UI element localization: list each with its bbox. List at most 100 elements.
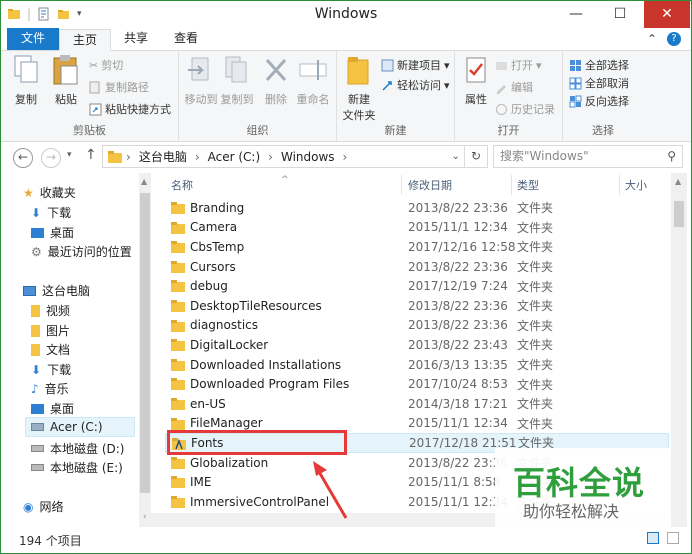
table-row[interactable]: CbsTemp 2017/12/16 12:58 文件夹 — [165, 237, 669, 257]
nav-fav-desktop[interactable]: 桌面 — [31, 224, 74, 241]
nav-drive-c[interactable]: Acer (C:) — [25, 417, 135, 437]
table-row[interactable]: Camera 2015/11/1 12:34 文件夹 — [165, 218, 669, 238]
breadcrumb-drive[interactable]: Acer (C:) — [204, 150, 265, 164]
easy-access-button[interactable]: 轻松访问 ▾ — [381, 77, 450, 93]
file-name: DesktopTileResources — [190, 298, 322, 313]
nav-videos[interactable]: 视频 — [31, 302, 70, 319]
nav-network[interactable]: ◉ 网络 — [23, 498, 64, 515]
invert-selection-button[interactable]: 反向选择 — [569, 93, 629, 109]
table-row[interactable]: DigitalLocker 2013/8/22 23:43 文件夹 — [165, 335, 669, 355]
column-name[interactable]: 名称 — [171, 173, 193, 197]
file-list-scrollbar[interactable]: ▲ — [671, 173, 687, 527]
details-view-icon[interactable] — [647, 532, 659, 544]
nav-drive-d[interactable]: 本地磁盘 (D:) — [31, 440, 124, 457]
nav-this-pc[interactable]: 这台电脑 — [23, 282, 90, 299]
invert-selection-icon — [569, 95, 582, 107]
close-button[interactable]: ✕ — [644, 1, 690, 28]
folder-icon — [171, 476, 185, 489]
file-name: CbsTemp — [190, 239, 245, 254]
drive-icon — [31, 464, 44, 471]
edit-button[interactable]: 编辑 — [495, 79, 533, 95]
nav-pictures[interactable]: 图片 — [31, 322, 70, 339]
file-date: 2015/11/1 12:34 — [408, 494, 508, 509]
select-all-button[interactable]: 全部选择 — [569, 57, 629, 73]
nav-music[interactable]: ♪ 音乐 — [31, 380, 69, 397]
select-none-button[interactable]: 全部取消 — [569, 75, 629, 91]
back-button[interactable]: ← — [13, 148, 33, 168]
tab-share[interactable]: 共享 — [111, 28, 161, 50]
nav-desktop[interactable]: 桌面 — [31, 400, 74, 417]
large-icons-view-icon[interactable] — [667, 532, 679, 544]
move-to-button[interactable]: 移动到 — [183, 54, 219, 107]
column-type[interactable]: 类型 — [517, 173, 539, 197]
table-row[interactable]: Downloaded Program Files 2017/10/24 8:53 文… — [165, 374, 669, 394]
refresh-icon[interactable]: ↻ — [463, 146, 487, 167]
new-item-icon — [381, 59, 394, 71]
scroll-up-icon[interactable]: ▲ — [141, 177, 147, 186]
file-date: 2013/8/22 23:36 — [408, 318, 508, 333]
download-icon: ⬇ — [31, 205, 42, 220]
address-dropdown-icon[interactable]: ⌄ — [448, 151, 464, 162]
nav-drive-e[interactable]: 本地磁盘 (E:) — [31, 459, 123, 476]
file-type: 文件夹 — [517, 299, 554, 314]
table-row[interactable]: Downloaded Installations 2016/3/13 13:35 文… — [165, 355, 669, 375]
tab-view[interactable]: 查看 — [161, 28, 211, 50]
file-date: 2017/10/24 8:53 — [408, 377, 508, 392]
search-input[interactable]: 搜索"Windows" ⚲ — [493, 145, 683, 168]
status-bar: 194 个项目 — [1, 528, 691, 553]
column-size[interactable]: 大小 — [625, 173, 647, 197]
new-item-button[interactable]: 新建项目 ▾ — [381, 57, 450, 73]
scroll-up-icon[interactable]: ▲ — [675, 177, 681, 186]
open-button[interactable]: 打开 ▾ — [495, 57, 542, 73]
up-arrow-icon[interactable]: ↑ — [85, 147, 97, 163]
table-row[interactable]: en-US 2014/3/18 17:21 文件夹 — [165, 394, 669, 414]
music-icon: ♪ — [31, 381, 39, 396]
rename-button[interactable]: 重命名 — [293, 54, 333, 107]
copy-to-icon — [225, 56, 247, 83]
copy-button[interactable]: 复制 — [11, 54, 41, 107]
select-none-icon — [569, 77, 582, 89]
delete-button[interactable]: 删除 — [261, 54, 291, 107]
address-bar[interactable]: › 这台电脑 › Acer (C:) › Windows › ⌄ ↻ — [102, 145, 488, 168]
minimize-button[interactable]: — — [554, 1, 598, 28]
nav-documents[interactable]: 文档 — [31, 341, 70, 358]
file-date: 2016/3/13 13:35 — [408, 357, 508, 372]
breadcrumb-windows[interactable]: Windows — [277, 150, 339, 164]
maximize-button[interactable]: ☐ — [598, 1, 642, 28]
nav-favorites[interactable]: ★ 收藏夹 — [23, 184, 76, 201]
table-row[interactable]: DesktopTileResources 2013/8/22 23:36 文件夹 — [165, 296, 669, 316]
help-icon[interactable]: ? — [667, 32, 681, 46]
history-dropdown-icon[interactable]: ▾ — [67, 150, 72, 160]
table-row[interactable]: debug 2017/12/19 7:24 文件夹 — [165, 276, 669, 296]
cut-button[interactable]: ✂ 剪切 — [89, 57, 123, 73]
nav-fav-recent[interactable]: ⚙ 最近访问的位置 — [31, 243, 132, 260]
copy-path-button[interactable]: 复制路径 — [89, 79, 149, 95]
tab-home[interactable]: 主页 — [59, 29, 112, 51]
nav-downloads[interactable]: ⬇ 下载 — [31, 361, 71, 378]
paste-shortcut-button[interactable]: 粘贴快捷方式 — [89, 101, 171, 117]
breadcrumb-this-pc[interactable]: 这台电脑 — [135, 148, 191, 165]
table-row[interactable]: Cursors 2013/8/22 23:36 文件夹 — [165, 257, 669, 277]
ribbon-collapse-icon[interactable]: ⌃ — [647, 32, 657, 46]
new-folder-button[interactable]: 新建 文件夹 — [341, 54, 377, 123]
column-date[interactable]: 修改日期 — [408, 173, 452, 197]
copy-to-button[interactable]: 复制到 — [219, 54, 255, 107]
nav-scroll-thumb[interactable] — [140, 193, 150, 493]
file-type: 文件夹 — [517, 220, 554, 235]
table-row[interactable]: diagnostics 2013/8/22 23:36 文件夹 — [165, 316, 669, 336]
nav-fav-downloads[interactable]: ⬇ 下载 — [31, 204, 71, 221]
history-button[interactable]: 历史记录 — [495, 101, 555, 117]
file-type: 文件夹 — [517, 338, 554, 353]
paste-button[interactable]: 粘贴 — [49, 54, 83, 107]
properties-button[interactable]: 属性 — [459, 54, 493, 107]
dropdown-icon: ▾ — [536, 58, 542, 72]
nav-scrollbar[interactable]: ▲ ▼ — [139, 173, 151, 527]
table-row[interactable]: Branding 2013/8/22 23:36 文件夹 — [165, 198, 669, 218]
folder-icon — [171, 319, 185, 332]
folder-icon — [171, 300, 185, 312]
forward-button[interactable]: → — [41, 148, 61, 168]
tab-file[interactable]: 文件 — [7, 28, 60, 50]
scroll-left-icon[interactable]: ‹ — [143, 512, 147, 522]
list-scroll-thumb[interactable] — [674, 201, 684, 227]
search-icon[interactable]: ⚲ — [667, 146, 676, 167]
